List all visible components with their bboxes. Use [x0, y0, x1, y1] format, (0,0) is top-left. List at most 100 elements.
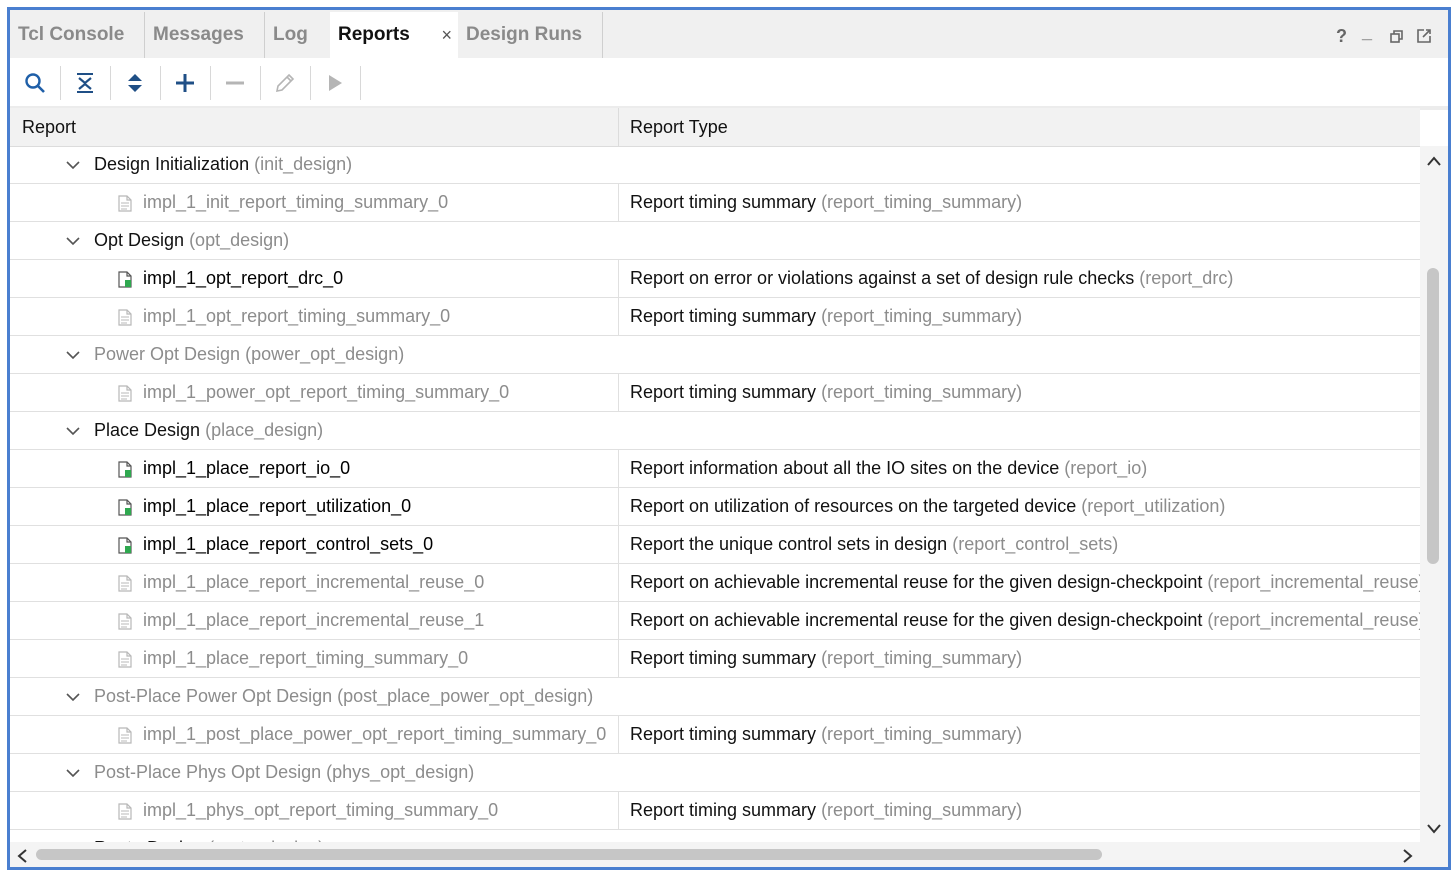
scroll-down-icon[interactable] [1426, 822, 1442, 840]
report-type: Report timing summary (report_timing_sum… [630, 640, 1022, 677]
report-command: (report_timing_summary) [821, 724, 1023, 744]
group-name: Post-Place Power Opt Design [94, 686, 333, 706]
column-divider [618, 602, 619, 640]
report-type: Report on achievable incremental reuse f… [630, 602, 1420, 639]
report-type: Report on error or violations against a … [630, 260, 1233, 297]
tab-design-runs[interactable]: Design Runs [458, 12, 603, 58]
report-available-icon [118, 271, 132, 293]
group-row[interactable]: Place Design (place_design) [10, 412, 1420, 450]
chevron-down-icon[interactable] [66, 830, 80, 842]
add-icon[interactable] [168, 66, 202, 100]
group-name: Design Initialization [94, 154, 250, 174]
expand-all-icon[interactable] [118, 66, 152, 100]
group-name: Power Opt Design [94, 344, 241, 364]
report-available-icon [118, 461, 132, 483]
group-row[interactable]: Route Design (route_design) [10, 830, 1420, 842]
report-row[interactable]: impl_1_phys_opt_report_timing_summary_0 R… [10, 792, 1420, 830]
tab-messages[interactable]: Messages [145, 12, 265, 58]
report-command: (report_incremental_reuse) [1207, 572, 1420, 592]
report-type: Report timing summary (report_timing_sum… [630, 792, 1022, 829]
chevron-down-icon[interactable] [66, 412, 80, 449]
chevron-down-icon[interactable] [66, 146, 80, 183]
group-row[interactable]: Post-Place Power Opt Design (post_place_… [10, 678, 1420, 716]
tab-bar: Tcl Console Messages Log Reports × Desig… [10, 10, 1448, 58]
report-row[interactable]: impl_1_place_report_timing_summary_0 Repo… [10, 640, 1420, 678]
close-tab-icon[interactable]: × [441, 12, 452, 58]
toolbar-divider [260, 66, 261, 100]
reports-panel: Tcl Console Messages Log Reports × Desig… [7, 7, 1451, 870]
horizontal-scroll-thumb[interactable] [36, 849, 1102, 860]
column-divider [618, 374, 619, 412]
chevron-down-icon[interactable] [66, 754, 80, 791]
report-type: Report on achievable incremental reuse f… [630, 564, 1420, 601]
report-row[interactable]: impl_1_place_report_incremental_reuse_0 R… [10, 564, 1420, 602]
group-row[interactable]: Design Initialization (init_design) [10, 146, 1420, 184]
report-type: Report the unique control sets in design… [630, 526, 1118, 563]
chevron-down-icon[interactable] [66, 678, 80, 715]
column-divider[interactable] [618, 108, 619, 146]
report-row[interactable]: impl_1_post_place_power_opt_report_timin… [10, 716, 1420, 754]
toolbar-divider [310, 66, 311, 100]
report-row[interactable]: impl_1_place_report_io_0 Report informati… [10, 450, 1420, 488]
report-row[interactable]: impl_1_place_report_control_sets_0 Report… [10, 526, 1420, 564]
report-file-icon [118, 575, 132, 597]
toolbar-divider [110, 66, 111, 100]
column-header-report[interactable]: Report [22, 108, 76, 146]
chevron-down-icon[interactable] [66, 222, 80, 259]
report-file-icon [118, 651, 132, 673]
report-name: impl_1_place_report_incremental_reuse_0 [143, 572, 485, 592]
report-name: impl_1_phys_opt_report_timing_summary_0 [143, 800, 499, 820]
group-label: Design Initialization (init_design) [94, 146, 352, 183]
report-row[interactable]: impl_1_opt_report_drc_0 Report on error o… [10, 260, 1420, 298]
scroll-up-icon[interactable] [1426, 154, 1442, 172]
restore-icon[interactable] [1390, 28, 1404, 49]
report-name: impl_1_place_report_timing_summary_0 [143, 648, 469, 668]
chevron-down-icon[interactable] [66, 336, 80, 373]
edit-icon[interactable] [268, 66, 302, 100]
report-row[interactable]: impl_1_place_report_utilization_0 Report … [10, 488, 1420, 526]
remove-icon[interactable] [218, 66, 252, 100]
report-row[interactable]: impl_1_opt_report_timing_summary_0 Report… [10, 298, 1420, 336]
float-window-icon[interactable] [1417, 28, 1432, 49]
report-row[interactable]: impl_1_place_report_incremental_reuse_1 R… [10, 602, 1420, 640]
vertical-scroll-thumb[interactable] [1427, 268, 1439, 564]
report-description: Report timing summary [630, 192, 817, 212]
minimize-icon[interactable]: _ [1362, 22, 1372, 43]
report-command: (report_timing_summary) [821, 800, 1023, 820]
tab-reports[interactable]: Reports × [330, 12, 458, 58]
report-row[interactable]: impl_1_power_opt_report_timing_summary_0… [10, 374, 1420, 412]
horizontal-scrollbar[interactable] [10, 842, 1420, 867]
scroll-left-icon[interactable] [16, 848, 28, 867]
group-row[interactable]: Power Opt Design (power_opt_design) [10, 336, 1420, 374]
vertical-scrollbar[interactable] [1420, 146, 1448, 842]
report-available-icon [118, 537, 132, 559]
report-name: impl_1_place_report_control_sets_0 [143, 534, 434, 554]
group-name: Opt Design [94, 230, 185, 250]
toolbar-divider [210, 66, 211, 100]
group-label: Post-Place Power Opt Design (post_place_… [94, 678, 593, 715]
report-row[interactable]: impl_1_init_report_timing_summary_0 Repor… [10, 184, 1420, 222]
collapse-all-icon[interactable] [68, 66, 102, 100]
group-command: (init_design) [254, 154, 353, 174]
column-divider [618, 716, 619, 754]
report-command: (report_timing_summary) [821, 192, 1023, 212]
tab-log[interactable]: Log [265, 12, 330, 58]
table-header: Report Report Type [10, 108, 1420, 147]
run-icon[interactable] [318, 66, 352, 100]
report-description: Report timing summary [630, 724, 817, 744]
column-divider [618, 792, 619, 830]
report-name: impl_1_place_report_utilization_0 [143, 496, 412, 516]
help-icon[interactable]: ? [1336, 26, 1347, 47]
scroll-right-icon[interactable] [1402, 848, 1414, 867]
group-row[interactable]: Opt Design (opt_design) [10, 222, 1420, 260]
scroll-corner [1420, 842, 1448, 867]
column-header-report-type[interactable]: Report Type [630, 108, 728, 146]
report-file-icon [118, 195, 132, 217]
tab-tcl-console[interactable]: Tcl Console [10, 12, 145, 58]
report-available-icon [118, 499, 132, 521]
report-description: Report information about all the IO site… [630, 458, 1060, 478]
group-row[interactable]: Post-Place Phys Opt Design (phys_opt_des… [10, 754, 1420, 792]
toolbar [10, 58, 1448, 110]
search-icon[interactable] [18, 66, 52, 100]
group-command: (opt_design) [189, 230, 290, 250]
